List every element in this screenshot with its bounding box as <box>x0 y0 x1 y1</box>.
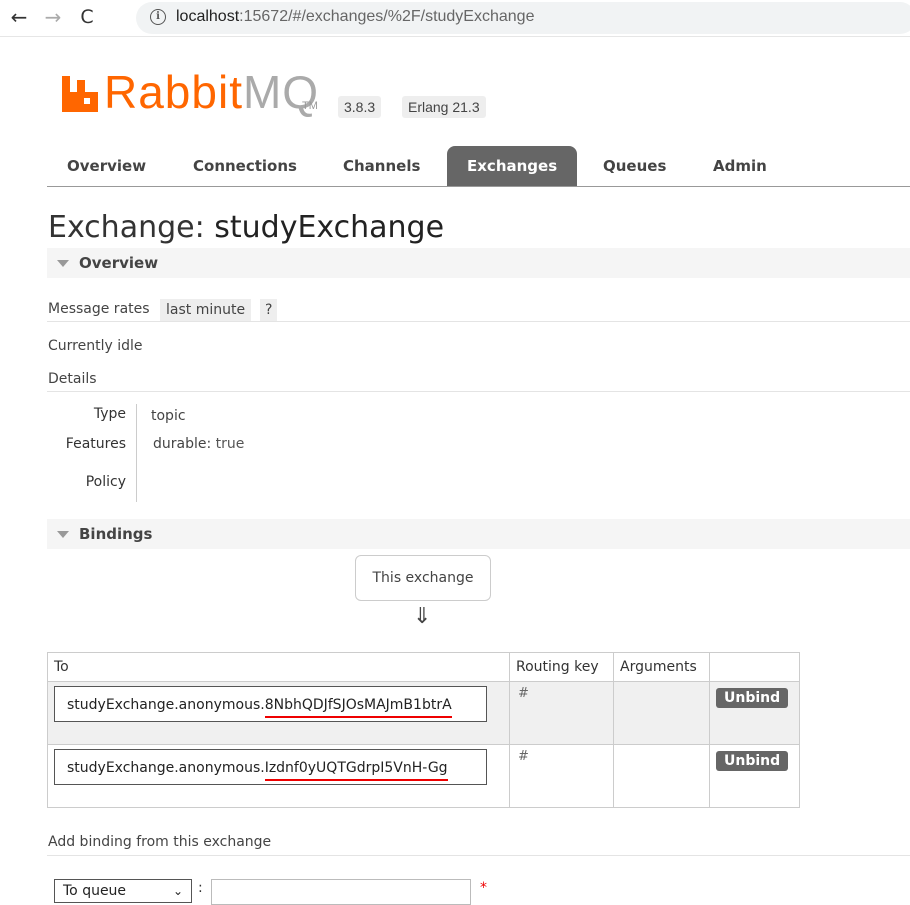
overview-section-label: Overview <box>79 254 159 272</box>
page-title-prefix: Exchange: <box>48 210 205 245</box>
tab-connections[interactable]: Connections <box>173 146 317 186</box>
unbind-button[interactable]: Unbind <box>716 751 789 771</box>
page-title: Exchange: studyExchange <box>48 210 444 245</box>
version-badge: 3.8.3 <box>338 96 382 118</box>
collapse-triangle-icon <box>57 531 69 538</box>
url-host: localhost <box>176 8 240 25</box>
column-header-arguments: Arguments <box>613 652 710 682</box>
rate-period-selector[interactable]: last minute <box>160 299 252 321</box>
main-nav-tabs: Overview Connections Channels Exchanges … <box>47 146 910 187</box>
details-divider <box>136 404 137 502</box>
durable-key: durable: <box>153 436 212 452</box>
tab-queues[interactable]: Queues <box>583 146 686 186</box>
table-header-row: To Routing key Arguments <box>47 652 800 682</box>
info-icon[interactable]: i <box>150 9 166 25</box>
to-cell: studyExchange.anonymous.8NbhQDJfSJOsMAJm… <box>47 681 510 745</box>
this-exchange-box: This exchange <box>355 555 491 601</box>
policy-key: Policy <box>85 474 126 490</box>
queue-name-suffix: Izdnf0yUQTGdrpI5VnH-Gg <box>264 760 448 781</box>
to-cell: studyExchange.anonymous.Izdnf0yUQTGdrpI5… <box>47 744 510 808</box>
bindings-section-toggle[interactable]: Bindings <box>47 519 910 549</box>
table-row: studyExchange.anonymous.Izdnf0yUQTGdrpI5… <box>47 744 800 808</box>
overview-section-toggle[interactable]: Overview <box>47 248 910 278</box>
reload-icon[interactable]: C <box>76 6 98 28</box>
durable-value: true <box>215 436 245 452</box>
logo-rabbit: Rabbit <box>104 66 243 118</box>
type-value: topic <box>151 408 186 424</box>
chevron-down-icon: ⌄ <box>172 884 183 898</box>
queue-name-prefix: studyExchange.anonymous. <box>67 697 265 713</box>
back-arrow-icon[interactable]: ← <box>8 6 30 28</box>
exchange-name: studyExchange <box>214 210 445 245</box>
bindings-table: To Routing key Arguments studyExchange.a… <box>47 652 800 808</box>
logo-wordmark: RabbitMQ <box>104 66 319 118</box>
table-row: studyExchange.anonymous.8NbhQDJfSJOsMAJm… <box>47 681 800 745</box>
bindings-section-label: Bindings <box>79 525 153 543</box>
action-cell: Unbind <box>709 681 800 745</box>
action-cell: Unbind <box>709 744 800 808</box>
column-header-to: To <box>47 652 510 682</box>
browser-toolbar: ← → C i localhost:15672/#/exchanges/%2F/… <box>0 0 910 37</box>
collapse-triangle-icon <box>57 260 69 267</box>
routing-key-cell: # <box>509 744 614 808</box>
column-header-actions <box>709 652 800 682</box>
divider <box>47 321 910 322</box>
message-rates-label: Message rates <box>48 301 150 317</box>
idle-status: Currently idle <box>48 338 143 354</box>
forward-arrow-icon[interactable]: → <box>42 6 64 28</box>
type-key: Type <box>93 406 126 422</box>
tab-admin[interactable]: Admin <box>693 146 787 186</box>
features-key: Features <box>65 436 126 452</box>
destination-type-value: To queue <box>63 883 127 899</box>
url-text: localhost:15672/#/exchanges/%2F/studyExc… <box>176 8 534 26</box>
tab-channels[interactable]: Channels <box>323 146 440 186</box>
add-binding-label: Add binding from this exchange <box>48 834 272 850</box>
arguments-cell <box>613 681 710 745</box>
queue-name-suffix: 8NbhQDJfSJOsMAJmB1btrA <box>264 697 452 718</box>
address-bar[interactable]: i localhost:15672/#/exchanges/%2F/studyE… <box>136 2 910 34</box>
unbind-button[interactable]: Unbind <box>716 688 789 708</box>
trademark-mark: TM <box>302 100 318 112</box>
down-arrow-icon: ⇓ <box>413 604 432 629</box>
erlang-version-badge: Erlang 21.3 <box>402 96 486 118</box>
queue-link[interactable]: studyExchange.anonymous.8NbhQDJfSJOsMAJm… <box>54 686 487 722</box>
details-label: Details <box>48 371 97 387</box>
destination-type-select[interactable]: To queue ⌄ <box>54 879 192 903</box>
url-path: :15672/#/exchanges/%2F/studyExchange <box>239 8 535 25</box>
divider <box>47 391 910 392</box>
tab-exchanges[interactable]: Exchanges <box>447 146 578 186</box>
features-value: durable: true <box>153 436 244 452</box>
column-header-routing-key: Routing key <box>509 652 614 682</box>
routing-key-cell: # <box>509 681 614 745</box>
help-button[interactable]: ? <box>260 299 278 321</box>
queue-name-prefix: studyExchange.anonymous. <box>67 760 265 776</box>
queue-link[interactable]: studyExchange.anonymous.Izdnf0yUQTGdrpI5… <box>54 749 487 785</box>
rabbitmq-logo-icon <box>62 76 98 112</box>
destination-name-input[interactable] <box>211 879 471 905</box>
tab-overview[interactable]: Overview <box>47 146 166 186</box>
arguments-cell <box>613 744 710 808</box>
divider <box>47 855 910 856</box>
